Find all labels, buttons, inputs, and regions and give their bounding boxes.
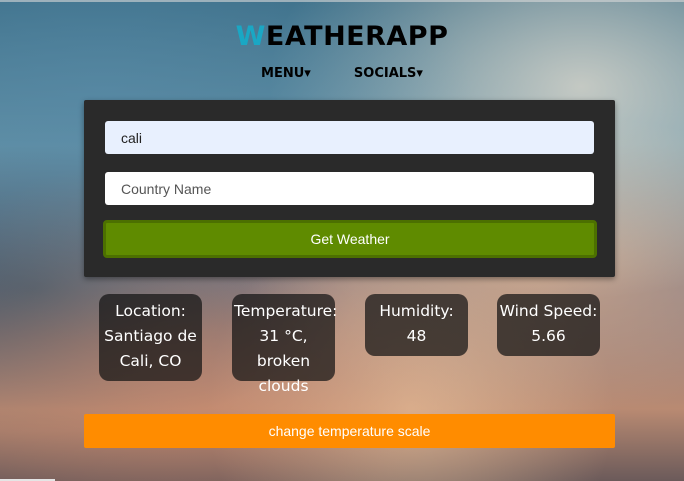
logo-accent-letter: W bbox=[235, 21, 266, 52]
get-weather-button[interactable]: Get Weather bbox=[103, 220, 597, 258]
logo-text: EATHERAPP bbox=[265, 21, 449, 52]
app-header: WEATHERAPP bbox=[0, 18, 684, 56]
wind-speed-card: Wind Speed: 5.66 bbox=[497, 294, 600, 356]
search-panel: Get Weather bbox=[84, 100, 615, 277]
nav-menu-dropdown[interactable]: MENU▾ bbox=[261, 66, 311, 81]
location-card: Location: Santiago de Cali, CO bbox=[99, 294, 202, 381]
top-nav: MENU▾ SOCIALS▾ bbox=[0, 62, 684, 81]
temperature-card: Temperature: 31 °C, broken clouds bbox=[232, 294, 337, 395]
humidity-card: Humidity: 48 bbox=[365, 294, 468, 356]
city-input[interactable] bbox=[105, 121, 594, 154]
nav-socials-dropdown[interactable]: SOCIALS▾ bbox=[354, 66, 423, 81]
app-logo: WEATHERAPP bbox=[0, 18, 684, 56]
top-border-line bbox=[0, 0, 684, 2]
country-input[interactable] bbox=[105, 172, 594, 205]
change-temperature-scale-button[interactable]: change temperature scale bbox=[84, 414, 615, 448]
